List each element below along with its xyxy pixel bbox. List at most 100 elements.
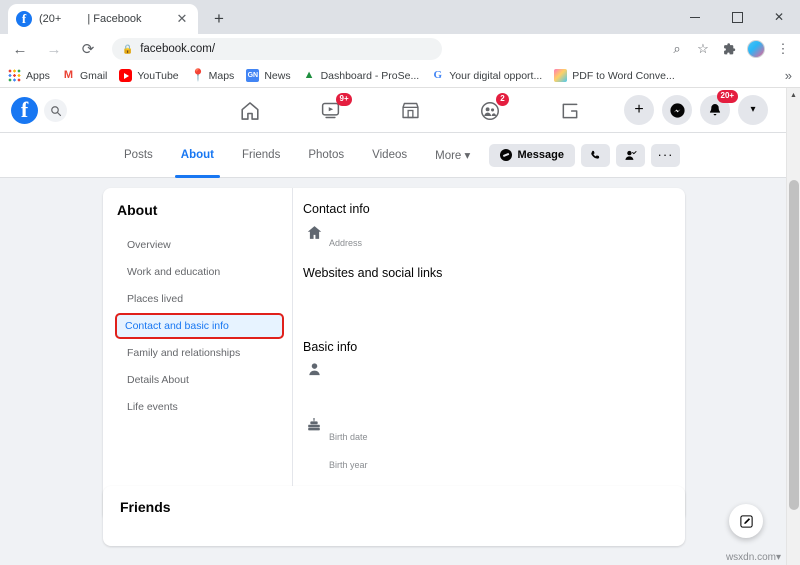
tab-title-right: | Facebook xyxy=(87,13,142,25)
bookmark-apps[interactable]: Apps xyxy=(8,69,50,82)
birth-date-row: Birth date xyxy=(303,418,685,442)
back-icon[interactable]: ← xyxy=(6,35,34,63)
sidebar-item-work-and-education[interactable]: Work and education xyxy=(117,259,284,285)
birthday-cake-icon xyxy=(303,418,325,440)
about-card: About Overview Work and education Places… xyxy=(103,188,685,521)
browser-title-bar: f (20+ | Facebook ✕ + ✕ xyxy=(0,0,800,34)
cake-glyph xyxy=(308,418,320,431)
basic-info-heading: Basic info xyxy=(303,340,358,354)
messenger-glyph xyxy=(669,102,685,118)
friends-card: Friends xyxy=(103,486,685,546)
bookmark-youtube[interactable]: YouTube xyxy=(119,69,179,82)
bookmark-label: Dashboard - ProSe... xyxy=(320,69,420,82)
maximize-icon[interactable] xyxy=(716,0,758,34)
more-options-button[interactable]: ··· xyxy=(651,143,680,167)
bell-glyph xyxy=(709,104,721,116)
page-scrollbar[interactable]: ▲ xyxy=(786,88,800,565)
chrome-menu-icon[interactable]: ⋮ xyxy=(770,36,796,62)
about-sidebar: About Overview Work and education Places… xyxy=(103,188,293,521)
tab-photos[interactable]: Photos xyxy=(294,133,358,178)
watermark-caret: ▾ xyxy=(775,552,781,563)
zoom-search-icon[interactable]: ⌕ xyxy=(664,36,690,62)
sidebar-item-places-lived[interactable]: Places lived xyxy=(117,286,284,312)
address-bar[interactable]: 🔒 facebook.com/ xyxy=(112,38,442,60)
watermark-text: wsxdn.com xyxy=(725,552,776,563)
messenger-icon xyxy=(499,149,512,161)
new-tab-button[interactable]: + xyxy=(208,8,230,30)
bookmark-star-icon[interactable]: ☆ xyxy=(690,36,716,62)
google-news-icon: GN xyxy=(246,69,260,82)
sidebar-item-family-and-relationships[interactable]: Family and relationships xyxy=(117,340,284,366)
nav-watch-video-icon[interactable]: 9+ xyxy=(290,88,370,133)
about-heading: About xyxy=(117,202,158,218)
facebook-header: f 9+ 2 + 20+ ▾ xyxy=(0,88,786,133)
bookmark-pdf-to-word[interactable]: PDF to Word Conve... xyxy=(554,69,675,82)
close-window-icon[interactable]: ✕ xyxy=(758,0,800,34)
message-button[interactable]: Message xyxy=(488,143,575,167)
sidebar-item-details-about[interactable]: Details About xyxy=(117,367,284,393)
tab-posts[interactable]: Posts xyxy=(110,133,167,178)
forward-icon[interactable]: → xyxy=(40,35,68,63)
nav-gaming-icon[interactable] xyxy=(530,88,610,133)
scroll-up-icon[interactable]: ▲ xyxy=(787,88,800,102)
dashboard-icon: ▲ xyxy=(303,69,315,81)
puzzle-glyph xyxy=(723,42,735,54)
nav-groups-icon[interactable]: 2 xyxy=(450,88,530,133)
scrollbar-thumb[interactable] xyxy=(789,180,799,510)
close-icon[interactable]: ✕ xyxy=(174,11,190,27)
reload-icon[interactable]: ⟳ xyxy=(74,35,102,63)
bookmark-your-digital-opport[interactable]: G Your digital opport... xyxy=(431,69,542,82)
birth-year-row: Birth year xyxy=(303,460,685,482)
birth-year-label: Birth year xyxy=(329,460,368,470)
facebook-favicon: f xyxy=(16,11,32,27)
profile-avatar-icon[interactable] xyxy=(747,40,765,58)
nav-home-icon[interactable] xyxy=(210,88,290,133)
bookmarks-overflow-icon[interactable]: » xyxy=(785,68,792,83)
birth-year-spacer xyxy=(303,460,325,482)
add-friend-button[interactable] xyxy=(616,143,645,167)
tab-friends[interactable]: Friends xyxy=(228,133,294,178)
person-icon xyxy=(303,362,325,384)
sidebar-item-contact-and-basic-info[interactable]: Contact and basic info xyxy=(115,313,284,339)
extensions-puzzle-icon[interactable] xyxy=(716,36,742,62)
browser-tab-facebook[interactable]: f (20+ | Facebook ✕ xyxy=(8,4,198,34)
groups-badge: 2 xyxy=(496,93,509,106)
tab-more[interactable]: More ▾ xyxy=(421,133,484,178)
address-label: Address xyxy=(329,238,363,248)
search-glyph xyxy=(50,105,61,116)
bookmark-label: YouTube xyxy=(137,69,179,82)
bookmark-label: Maps xyxy=(208,69,235,82)
bookmark-dashboard[interactable]: ▲ Dashboard - ProSe... xyxy=(303,69,420,82)
messenger-icon[interactable] xyxy=(662,95,692,125)
tab-title-left: (20+ xyxy=(39,13,62,25)
youtube-icon xyxy=(119,69,133,82)
bookmark-label: Your digital opport... xyxy=(449,69,543,82)
add-friend-icon xyxy=(625,150,637,160)
bookmark-gmail[interactable]: M Gmail xyxy=(62,69,108,82)
bookmark-maps[interactable]: 📍 Maps xyxy=(191,69,235,82)
minimize-icon[interactable] xyxy=(674,0,716,34)
bookmarks-bar: Apps M Gmail YouTube 📍 Maps GN News ▲ Da… xyxy=(0,64,800,88)
home-icon xyxy=(303,224,325,246)
tab-about[interactable]: About xyxy=(167,133,228,178)
friends-card-title: Friends xyxy=(120,499,171,515)
bookmark-news[interactable]: GN News xyxy=(246,69,291,82)
sidebar-item-life-events[interactable]: Life events xyxy=(117,394,284,420)
notifications-bell-icon[interactable]: 20+ xyxy=(700,90,738,125)
lock-icon: 🔒 xyxy=(122,43,134,54)
gender-row xyxy=(303,362,685,384)
tab-videos[interactable]: Videos xyxy=(358,133,421,178)
account-dropdown-icon[interactable]: ▾ xyxy=(738,95,768,125)
plus-glyph: + xyxy=(634,101,644,118)
edit-pencil-icon[interactable] xyxy=(729,504,763,538)
nav-marketplace-icon[interactable] xyxy=(370,88,450,133)
gaming-glyph xyxy=(562,103,578,118)
sidebar-item-overview[interactable]: Overview xyxy=(117,232,284,258)
facebook-logo-icon[interactable]: f xyxy=(11,97,38,124)
search-icon[interactable] xyxy=(44,99,67,122)
bookmark-label: PDF to Word Conve... xyxy=(572,69,675,82)
create-plus-icon[interactable]: + xyxy=(624,95,654,125)
gmail-icon: M xyxy=(63,69,74,81)
call-button[interactable] xyxy=(581,143,610,167)
notifications-badge: 20+ xyxy=(717,90,738,103)
